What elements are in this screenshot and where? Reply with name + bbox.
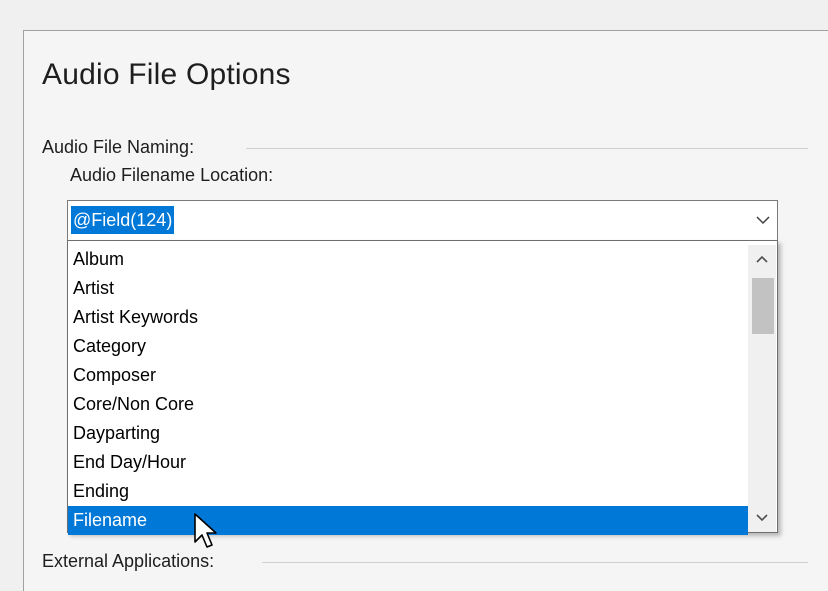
list-item-category[interactable]: Category [68, 332, 748, 361]
list-item-end-day-hour[interactable]: End Day/Hour [68, 448, 748, 477]
chevron-down-icon [756, 215, 770, 224]
list-item-core-non-core[interactable]: Core/Non Core [68, 390, 748, 419]
dropdown-list[interactable]: Album Artist Artist Keywords Category Co… [67, 240, 778, 535]
scroll-thumb[interactable] [752, 278, 774, 334]
mouse-pointer-icon [194, 513, 217, 548]
list-item-album[interactable]: Album [68, 245, 748, 274]
group-label-audio-file-naming: Audio File Naming: [42, 137, 195, 157]
chevron-down-icon [756, 514, 768, 522]
group-divider [262, 562, 808, 563]
list-item-filename-highlighted[interactable]: Filename [68, 506, 748, 535]
scroll-down-button[interactable] [748, 504, 776, 532]
chevron-up-icon [756, 255, 768, 263]
dropdown-scrollbar[interactable] [748, 245, 776, 532]
list-item-ending[interactable]: Ending [68, 477, 748, 506]
list-item-composer[interactable]: Composer [68, 361, 748, 390]
audio-filename-location-label: Audio Filename Location: [70, 165, 274, 185]
list-item-artist[interactable]: Artist [68, 274, 748, 303]
dropdown-toggle-button[interactable] [751, 206, 775, 234]
list-item-dayparting[interactable]: Dayparting [68, 419, 748, 448]
scroll-up-button[interactable] [748, 245, 776, 273]
list-item-artist-keywords[interactable]: Artist Keywords [68, 303, 748, 332]
group-label-external-applications: External Applications: [42, 551, 215, 571]
group-divider [246, 148, 808, 149]
audio-filename-location-combobox[interactable]: @Field(124) [67, 200, 778, 241]
page-title: Audio File Options [42, 58, 291, 91]
combobox-selected-value[interactable]: @Field(124) [71, 206, 175, 234]
